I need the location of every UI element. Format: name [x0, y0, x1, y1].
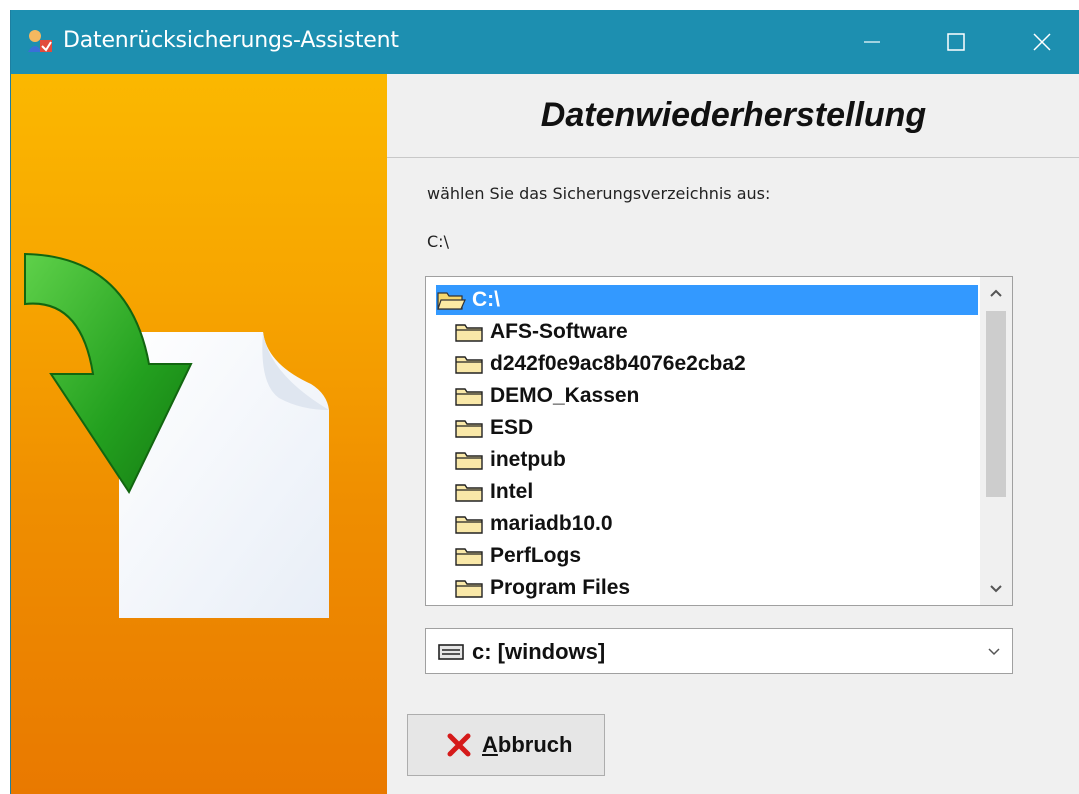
cancel-button-label: Abbruch	[482, 732, 572, 758]
close-button[interactable]	[994, 10, 1079, 74]
folder-icon	[455, 484, 483, 502]
maximize-icon	[947, 33, 965, 51]
title-bar[interactable]: Datenrücksicherungs-Assistent	[11, 10, 1079, 74]
folder-icon	[455, 548, 483, 566]
directory-item-label: AFS-Software	[490, 320, 628, 343]
page-title: Datenwiederherstellung	[540, 96, 927, 134]
window-title: Datenrücksicherungs-Assistent	[63, 28, 399, 53]
restore-wizard-window: Datenrücksicherungs-Assistent Datenwiede…	[10, 10, 1079, 794]
directory-item-label: Intel	[490, 480, 534, 503]
directory-item-label: ESD	[490, 416, 534, 439]
chevron-down-icon	[988, 648, 1000, 656]
directory-item[interactable]: DEMO_Kassen	[454, 381, 639, 411]
current-path: C:\	[427, 232, 449, 251]
directory-item-label: C:\	[472, 288, 500, 311]
select-directory-prompt: wählen Sie das Sicherungsverzeichnis aus…	[427, 184, 771, 203]
chevron-up-icon	[990, 289, 1002, 297]
directory-item[interactable]: Intel	[454, 477, 533, 507]
directory-scrollbar[interactable]	[980, 277, 1012, 605]
directory-item[interactable]: ESD	[454, 413, 533, 443]
folder-icon	[455, 580, 483, 598]
maximize-button[interactable]	[908, 10, 1004, 74]
drive-select[interactable]: c: [windows]	[425, 628, 1013, 674]
directory-item[interactable]: PerfLogs	[454, 541, 581, 571]
directory-item-label: d242f0e9ac8b4076e2cba2	[490, 352, 746, 375]
cancel-button[interactable]: Abbruch	[407, 714, 605, 776]
chevron-down-icon	[990, 585, 1002, 593]
folder-icon	[455, 324, 483, 342]
cancel-mnemonic: A	[482, 732, 498, 757]
directory-item-label: inetpub	[490, 448, 566, 471]
drive-select-value: c: [windows]	[472, 639, 606, 664]
folder-icon	[455, 516, 483, 534]
scroll-up-button[interactable]	[980, 277, 1012, 309]
scroll-down-button[interactable]	[980, 573, 1012, 605]
directory-listbox[interactable]: C:\ AFS-Software d242f0e9ac8b4076e2cba2	[425, 276, 1013, 606]
directory-item[interactable]: d242f0e9ac8b4076e2cba2	[454, 349, 746, 379]
wizard-content: Datenwiederherstellung wählen Sie das Si…	[387, 74, 1079, 794]
folder-icon	[455, 388, 483, 406]
folder-icon	[455, 356, 483, 374]
restore-document-illustration	[24, 252, 329, 618]
page-header: Datenwiederherstellung	[387, 74, 1079, 158]
folder-icon	[455, 452, 483, 470]
restore-wizard-icon	[28, 30, 52, 52]
directory-item[interactable]: AFS-Software	[454, 317, 628, 347]
cancel-label-rest: bbruch	[497, 732, 573, 757]
directory-item-label: PerfLogs	[490, 544, 582, 567]
directory-item[interactable]: inetpub	[454, 445, 566, 475]
minimize-icon	[864, 41, 880, 43]
minimize-button[interactable]	[824, 10, 920, 74]
folder-icon	[455, 420, 483, 438]
close-icon	[1033, 33, 1051, 51]
red-x-icon	[447, 733, 471, 757]
wizard-banner	[11, 74, 387, 794]
scroll-thumb[interactable]	[986, 311, 1006, 497]
directory-item-label: Program Files	[490, 576, 631, 599]
open-folder-icon	[437, 292, 466, 310]
directory-item-label: DEMO_Kassen	[490, 384, 640, 407]
drive-icon	[438, 644, 464, 660]
directory-item[interactable]: Program Files	[454, 573, 630, 603]
directory-item-root[interactable]: C:\	[436, 285, 978, 315]
directory-item[interactable]: mariadb10.0	[454, 509, 613, 539]
directory-item-label: mariadb10.0	[490, 512, 613, 535]
